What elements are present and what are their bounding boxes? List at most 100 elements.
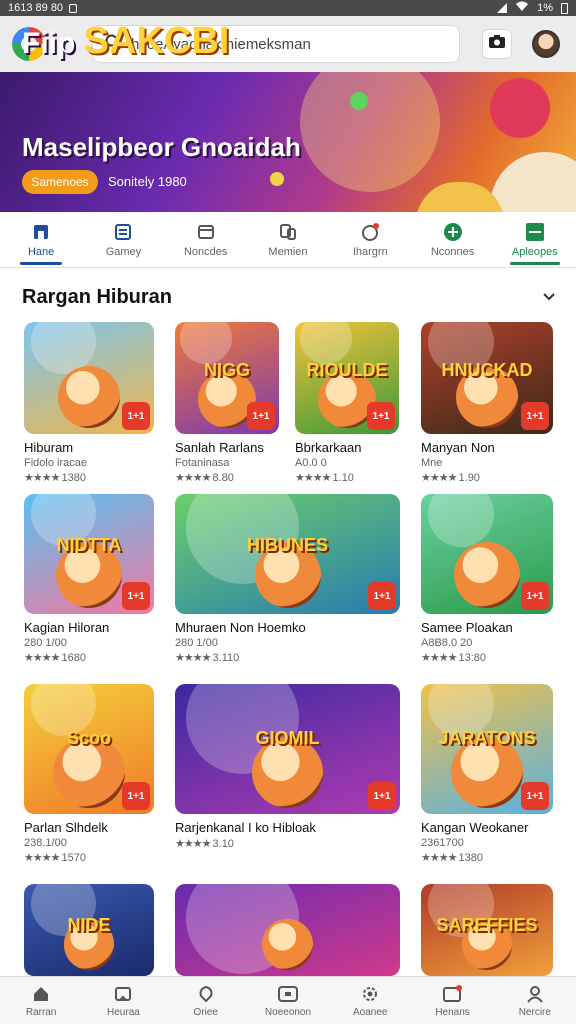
app-card[interactable]: HIBUNES 1+1 Mhuraen Non Hoemko 280 1/00 ★★★★… [175,494,400,664]
tab-new[interactable]: Nconnes [411,212,493,267]
app-developer: 2361700 [421,837,464,849]
media-icon [277,984,299,1004]
app-card[interactable]: 1+1 Hiburam Fidolo iracae ★★★★ 1380 [24,322,154,484]
rating-count: 1680 [61,652,86,664]
game-thumbnail[interactable]: 1+1 [421,494,553,614]
nav-offers[interactable]: Oriee [165,977,247,1024]
chevron-down-icon[interactable] [542,289,556,307]
app-card[interactable]: RIOULDE 1+1 Bbrkarkaan A0.0 0 ★★★★ 1.10 [295,322,399,484]
character-illustration [58,366,120,428]
profile-avatar[interactable] [532,30,560,58]
banner-badge-button[interactable]: Samenoes [22,170,98,194]
app-developer: 280 1/00 [175,637,218,649]
game-logo-text: NIDTTA [56,534,122,555]
banner-title-prefix: Fiip [22,27,76,60]
game-thumbnail[interactable]: NIGG 1+1 [175,322,279,434]
game-thumbnail[interactable] [175,884,400,976]
tab-apps[interactable]: Apleopes [494,212,576,267]
tab-notes[interactable]: Noncdes [165,212,247,267]
game-thumbnail[interactable]: GIOMIL 1+1 [175,684,400,814]
nav-home[interactable]: Rarran [0,977,82,1024]
app-card[interactable]: GIOMIL 1+1 Rarjenkanal I ko Hibloak ★★★★ 3.… [175,684,400,850]
app-rating: ★★★★ 1.90 [421,471,553,484]
nav-label: Nercire [518,1006,551,1018]
app-card[interactable] [175,884,400,976]
star-rating-icon: ★★★★ [24,852,62,864]
signal-icon [497,3,508,13]
person-icon [524,984,546,1004]
tag-icon [195,984,217,1004]
age-rating-badge: 1+1 [521,582,549,610]
age-rating-badge: 1+1 [122,582,150,610]
tab-games[interactable]: Gamey [82,212,164,267]
star-rating-icon: ★★★★ [295,472,333,484]
nav-updates[interactable]: Henans [411,977,493,1024]
game-logo-text: HIBUNES [246,534,328,555]
star-rating-icon: ★★★★ [421,472,459,484]
app-title: Rarjenkanal I ko Hibloak [175,820,316,835]
game-thumbnail[interactable]: HNUCKAD 1+1 [421,322,553,434]
star-rating-icon: ★★★★ [24,652,62,664]
battery-icon [561,2,568,14]
camera-icon [488,34,506,54]
app-title: Sanlah Rarlans [175,440,264,455]
star-rating-icon: ★★★★ [175,652,213,664]
app-card[interactable]: 1+1 Samee Ploakan A8B8.0 20 ★★★★ 13:80 [421,494,553,664]
character-illustration [454,542,520,608]
notification-icon [69,3,78,13]
app-developer: Mne [421,457,443,469]
game-logo-text: NIGG [203,360,250,381]
app-rating: ★★★★ 1.10 [295,471,399,484]
games-icon [113,222,133,242]
game-logo-text: SAREFFIES [436,915,538,936]
game-logo-text: JARATONS [438,728,536,749]
app-rating: ★★★★ 1380 [421,851,553,864]
tab-trending[interactable]: Ihargrn [329,212,411,267]
app-developer: A8B8.0 20 [421,637,473,649]
home-icon [30,984,52,1004]
game-thumbnail[interactable]: 1+1 [24,322,154,434]
game-thumbnail[interactable]: HIBUNES 1+1 [175,494,400,614]
banner-title: Fiip SAKCBI [22,20,229,63]
app-title: Parlan Slhdelk [24,820,108,835]
tab-members[interactable]: Memien [247,212,329,267]
game-thumbnail[interactable]: NIDTTA 1+1 [24,494,154,614]
app-card[interactable]: NIDTTA 1+1 Kagian Hiloran 280 1/00 ★★★★ 1680 [24,494,154,664]
nav-profile[interactable]: Nercire [494,977,576,1024]
game-logo-text: Scoo [66,728,111,749]
app-rating: ★★★★ 1570 [24,851,154,864]
app-card[interactable]: HNUCKAD 1+1 Manyan Non Mne ★★★★ 1.90 [421,322,553,484]
section-header: Rargan Hiburan [22,286,556,309]
tab-home[interactable]: Hane [0,212,82,267]
app-developer: Fotaninasa [175,457,230,469]
star-rating-icon: ★★★★ [175,472,213,484]
game-thumbnail[interactable]: SAREFFIES [421,884,553,976]
age-rating-badge: 1+1 [521,782,549,810]
nav-media[interactable]: Noeeonon [247,977,329,1024]
app-card[interactable]: SAREFFIES [421,884,553,976]
status-bar: 1613 89 80 1% [0,0,576,16]
app-card[interactable]: Scoo 1+1 Parlan Slhdelk 238.1/00 ★★★★ 1570 [24,684,154,864]
gear-icon [359,984,381,1004]
age-rating-badge: 1+1 [247,402,275,430]
game-thumbnail[interactable]: Scoo 1+1 [24,684,154,814]
app-card[interactable]: NIGG 1+1 Sanlah Rarlans Fotaninasa ★★★★ 8.80 [175,322,279,484]
star-rating-icon: ★★★★ [24,472,62,484]
app-card[interactable]: NIDE [24,884,154,976]
app-rating: ★★★★ 3.10 [175,837,400,850]
app-title: Kagian Hiloran [24,620,110,635]
game-logo-text: RIOULDE [306,360,388,381]
camera-button[interactable] [482,29,512,59]
rating-count: 1380 [61,472,86,484]
rating-count: 3.10 [212,838,234,850]
app-developer: 238.1/00 [24,837,67,849]
age-rating-badge: 1+1 [368,582,396,610]
banner-subtitle: Maselipbeor Gnoaidah [22,132,301,162]
nav-settings[interactable]: Aoanee [329,977,411,1024]
app-card[interactable]: JARATONS 1+1 Kangan Weokaner 2361700 ★★★★ 13… [421,684,553,864]
game-thumbnail[interactable]: NIDE [24,884,154,976]
nav-library[interactable]: Heuraa [82,977,164,1024]
game-thumbnail[interactable]: JARATONS 1+1 [421,684,553,814]
game-thumbnail[interactable]: RIOULDE 1+1 [295,322,399,434]
category-tabs: Hane Gamey Noncdes Memien Ihargrn Nconne… [0,212,576,268]
